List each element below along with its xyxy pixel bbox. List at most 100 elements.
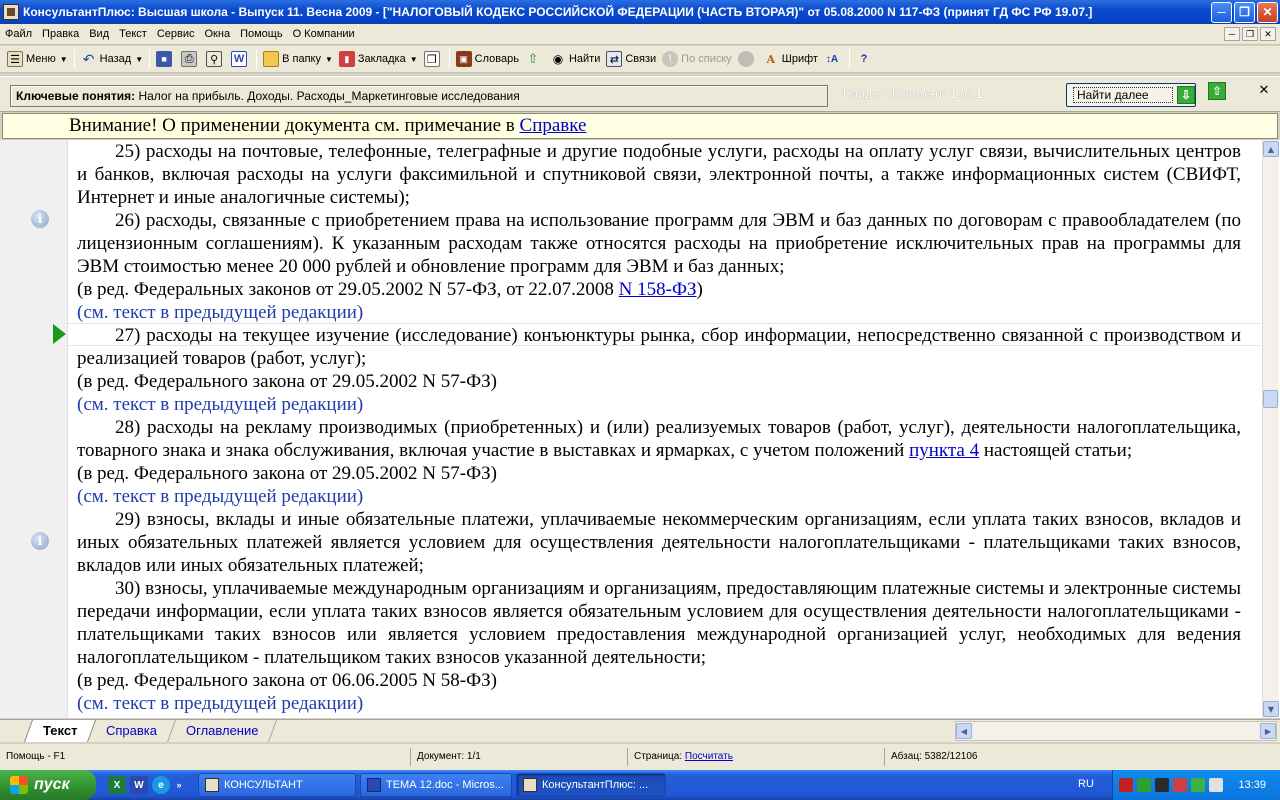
font-button[interactable]: A Шрифт [760,48,821,70]
task-consultantplus[interactable]: КонсультантПлюс: ... [516,773,666,797]
font-size-button[interactable]: ↕A [821,48,846,70]
key-concepts-label: Ключевые понятия: [16,89,136,103]
previous-edition-link[interactable]: (см. текст в предыдущей редакции) [77,485,1241,508]
law-158-link[interactable]: N 158-ФЗ [619,279,697,300]
count-pages-link[interactable]: Посчитать [685,751,733,762]
export-icon: ⇧ [527,51,539,66]
export-button[interactable]: ⇧ [522,48,547,70]
volume-icon[interactable] [1209,778,1223,792]
status-page-label: Страница: [634,751,683,762]
maximize-button[interactable]: ❐ [1234,1,1255,23]
key-concepts-field[interactable]: Ключевые понятия: Налог на прибыль. Дохо… [10,85,828,107]
scroll-up-icon[interactable]: ▲ [1263,141,1279,157]
menu-windows[interactable]: Окна [200,24,236,45]
agent-icon[interactable] [1173,778,1187,792]
doc-close-button[interactable]: ✕ [1260,27,1276,41]
bookmark-button[interactable]: ▮ Закладка ▼ [336,48,421,70]
paragraph-29: 29) взносы, вклады и иные обязательные п… [77,509,1241,576]
menu-service[interactable]: Сервис [152,24,200,45]
bookmark-icon: ▮ [338,51,355,67]
help-pointer-icon: ? [860,53,868,65]
bookmark-label: Закладка [357,53,406,65]
doc-minimize-button[interactable]: ─ [1224,27,1240,41]
tab-contents-label: Оглавление [186,723,259,738]
links-button[interactable]: ⇄ Связи [603,48,659,70]
menu-text[interactable]: Текст [114,24,152,45]
copy-icon: ❐ [423,51,440,67]
language-indicator[interactable]: RU [1078,778,1094,790]
network-icon[interactable] [1137,778,1151,792]
folder-icon [263,51,280,67]
by-list-button[interactable]: ! По списку [659,48,735,70]
book-icon: ▣ [455,51,472,67]
task-word-document[interactable]: ТЕМА 12.doc - Micros... [360,773,512,797]
menu-help[interactable]: Помощь [235,24,288,45]
scroll-down-icon[interactable]: ▼ [1263,701,1279,717]
copy-button[interactable]: ❐ [421,48,446,70]
antivirus-icon[interactable] [1119,778,1133,792]
minimize-button[interactable]: ─ [1211,1,1232,23]
app-icon[interactable] [3,4,19,20]
chevron-down-icon: ▼ [59,54,68,64]
previous-edition-link[interactable]: (см. текст в предыдущей редакции) [77,301,1241,324]
to-folder-button[interactable]: В папку ▼ [260,48,336,70]
title-bar: КонсультантПлюс: Высшая школа - Выпуск 1… [0,0,1280,24]
scroll-left-icon[interactable]: ◀ [956,723,972,739]
task-consultant[interactable]: КОНСУЛЬТАНТ [198,773,356,797]
info-icon[interactable]: i [31,210,49,228]
update-icon[interactable] [1191,778,1205,792]
chevron-down-icon: ▼ [324,54,333,64]
vertical-scrollbar[interactable]: ▲ ▼ [1262,140,1279,718]
document-view[interactable]: i i 25) расходы на почтовые, телефонные,… [0,140,1280,718]
document-text: 25) расходы на почтовые, телефонные, тел… [77,140,1241,715]
monitor-icon[interactable] [1155,778,1169,792]
document-tabs-bar: Текст Справка Оглавление ◀ ▶ [0,719,1280,742]
tab-text[interactable]: Текст [23,720,97,742]
find-button[interactable]: ◉ Найти [547,48,603,70]
info-icon[interactable]: i [31,532,49,550]
status-bar: Помощь - F1 Документ: 1/1 Страница: Посч… [0,744,1280,770]
chevron-down-icon: ▼ [409,54,418,64]
menu-icon: ☰ [7,51,23,67]
menu-file[interactable]: Файл [0,24,37,45]
disabled-circle-icon: ! [662,51,679,67]
excel-icon[interactable]: X [108,776,126,794]
find-label: Найти [568,53,601,65]
previous-edition-link[interactable]: (см. текст в предыдущей редакции) [77,393,1241,416]
menu-button[interactable]: ☰ Меню ▼ [4,48,71,70]
print-icon: ⎙ [181,51,198,67]
tab-contents[interactable]: Оглавление [168,720,278,742]
by-list-label: По списку [681,53,732,65]
clause-4-link[interactable]: пункта 4 [909,440,979,461]
back-arrow-icon: ↶ [82,50,95,67]
menu-about[interactable]: О Компании [288,24,360,45]
quicklaunch-more-icon[interactable]: » [174,776,184,794]
close-search-panel-icon[interactable]: ✕ [1256,82,1272,98]
clear-button[interactable] [735,48,760,70]
start-button[interactable]: пуск [0,770,96,800]
dictionary-button[interactable]: ▣ Словарь [453,48,522,70]
find-previous-button[interactable]: ⇧ [1208,82,1226,100]
menu-edit[interactable]: Правка [37,24,84,45]
find-next-button[interactable]: Найти далее ⇩ [1066,83,1196,107]
paragraph-25: 25) расходы на почтовые, телефонные, тел… [77,141,1241,208]
menu-view[interactable]: Вид [84,24,114,45]
print-button[interactable]: ⎙ [178,48,203,70]
tab-reference[interactable]: Справка [88,720,177,742]
scrollbar-thumb[interactable] [1263,390,1278,408]
scroll-right-icon[interactable]: ▶ [1260,723,1276,739]
help-reference-link[interactable]: Справке [520,115,587,136]
word-export-button[interactable]: W [228,48,253,70]
close-button[interactable]: ✕ [1257,1,1278,23]
back-button[interactable]: ↶ Назад ▼ [78,48,146,70]
ie-icon[interactable]: e [152,776,170,794]
horizontal-scrollbar[interactable]: ◀ ▶ [955,721,1277,741]
doc-restore-button[interactable]: ❐ [1242,27,1258,41]
word-icon[interactable]: W [130,776,148,794]
found-total: 1 [975,87,983,101]
windows-logo-icon [10,776,28,794]
preview-button[interactable]: ⚲ [203,48,228,70]
help-button[interactable]: ? [853,48,878,70]
save-button[interactable]: ■ [153,48,178,70]
previous-edition-link[interactable]: (см. текст в предыдущей редакции) [77,692,1241,715]
